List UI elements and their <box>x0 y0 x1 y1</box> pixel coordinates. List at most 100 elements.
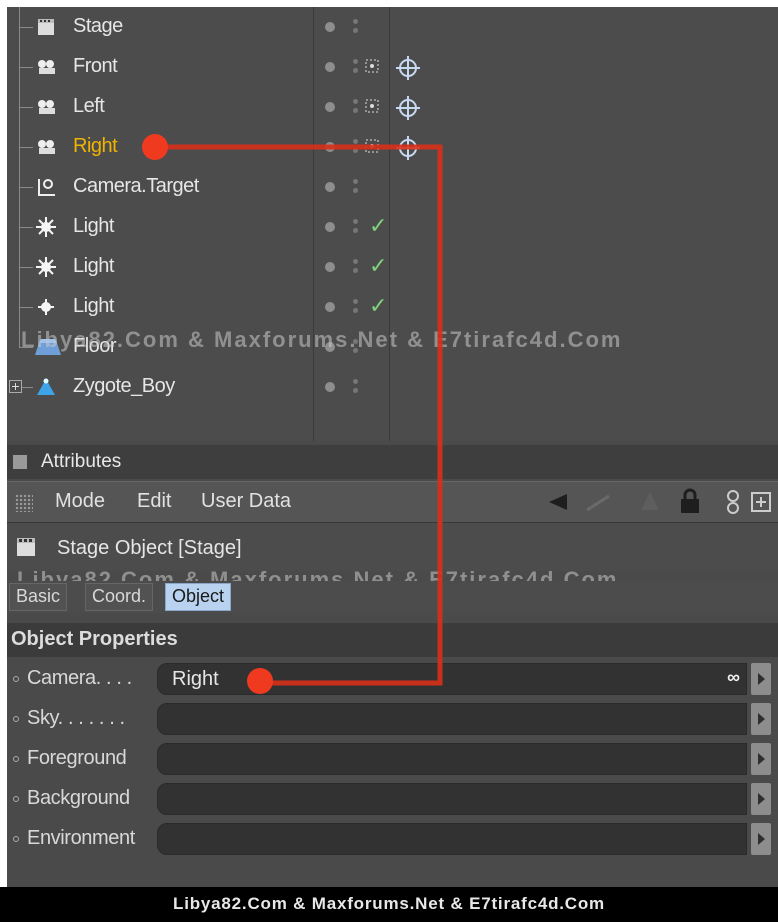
animate-bullet[interactable] <box>13 836 19 842</box>
floor-icon <box>35 339 61 355</box>
tree-branch <box>19 267 33 268</box>
target-tag-icon[interactable] <box>365 99 379 113</box>
enabled-check-icon[interactable]: ✓ <box>369 253 387 279</box>
field-menu-arrow[interactable] <box>751 743 771 775</box>
menu-mode[interactable]: Mode <box>55 490 105 513</box>
lock-icon[interactable] <box>679 488 701 514</box>
attributes-menubar: Mode Edit User Data <box>7 481 778 523</box>
sky-link-field[interactable] <box>157 703 747 735</box>
camera-icon <box>38 100 55 114</box>
visibility-dot[interactable] <box>325 382 335 392</box>
visibility-dot[interactable] <box>325 182 335 192</box>
back-arrow-icon[interactable] <box>547 492 569 512</box>
camera-link-field[interactable]: Right ∞ <box>157 663 747 695</box>
field-menu-arrow[interactable] <box>751 783 771 815</box>
light-icon <box>36 217 56 237</box>
visibility-dot[interactable] <box>325 102 335 112</box>
render-dots[interactable] <box>353 137 359 157</box>
object-row-right[interactable]: Right <box>7 127 778 167</box>
section-title: Object Properties <box>11 628 178 650</box>
render-dots[interactable] <box>353 297 359 317</box>
visibility-dot[interactable] <box>325 142 335 152</box>
attributes-title-bar: Attributes <box>7 445 778 479</box>
object-name: Floor <box>73 335 117 357</box>
property-foreground: Foreground <box>7 741 778 777</box>
tree-branch <box>19 107 33 108</box>
object-row-zygote-boy[interactable]: Zygote_Boy <box>7 367 778 407</box>
render-dots[interactable] <box>353 217 359 237</box>
object-row-light[interactable]: Light ✓ <box>7 247 778 287</box>
field-value: Right <box>172 668 219 690</box>
visibility-dot[interactable] <box>325 22 335 32</box>
property-environment: Environment <box>7 821 778 857</box>
visibility-dot[interactable] <box>325 222 335 232</box>
visibility-dot[interactable] <box>325 302 335 312</box>
tab-coord[interactable]: Coord. <box>85 583 154 611</box>
object-row-light[interactable]: Light ✓ <box>7 207 778 247</box>
crosshair-tag-icon[interactable] <box>395 135 421 161</box>
visibility-dot[interactable] <box>325 262 335 272</box>
render-dots[interactable] <box>353 97 359 117</box>
tree-branch <box>19 347 33 348</box>
object-row-front[interactable]: Front <box>7 47 778 87</box>
animate-bullet[interactable] <box>13 796 19 802</box>
object-name: Light <box>73 255 114 277</box>
environment-link-field[interactable] <box>157 823 747 855</box>
field-menu-arrow[interactable] <box>751 823 771 855</box>
object-name: Zygote_Boy <box>73 375 175 397</box>
target-tag-icon[interactable] <box>365 59 379 73</box>
crosshair-tag-icon[interactable] <box>395 55 421 81</box>
menu-user-data[interactable]: User Data <box>201 490 291 513</box>
animate-bullet[interactable] <box>13 716 19 722</box>
target-tag-icon[interactable] <box>365 139 379 153</box>
camera-icon <box>38 140 55 154</box>
link-icon[interactable] <box>725 488 741 516</box>
object-row-light[interactable]: Light ✓ <box>7 287 778 327</box>
tab-basic[interactable]: Basic <box>9 583 68 611</box>
object-row-camera-target[interactable]: Camera.Target <box>7 167 778 207</box>
field-menu-arrow[interactable] <box>751 663 771 695</box>
visibility-dot[interactable] <box>325 342 335 352</box>
up-arrow-icon[interactable] <box>639 490 661 512</box>
animate-bullet[interactable] <box>13 756 19 762</box>
tree-branch <box>19 147 33 148</box>
new-panel-icon[interactable] <box>751 492 771 512</box>
render-dots[interactable] <box>353 337 359 357</box>
tree-branch <box>19 187 33 188</box>
attribute-tabs: Basic Coord. Object <box>7 581 778 613</box>
panel-square-icon <box>13 455 27 469</box>
object-title: Stage Object [Stage] <box>57 537 242 559</box>
expand-plus-icon[interactable] <box>9 380 22 393</box>
tree-branch <box>19 307 33 308</box>
figure-icon <box>37 378 55 395</box>
object-row-floor[interactable]: Floor <box>7 327 778 367</box>
enabled-check-icon[interactable]: ✓ <box>369 213 387 239</box>
field-menu-arrow[interactable] <box>751 703 771 735</box>
object-name: Front <box>73 55 118 77</box>
grip-icon[interactable] <box>15 494 33 512</box>
render-dots[interactable] <box>353 377 359 397</box>
tab-object[interactable]: Object <box>165 583 232 611</box>
render-dots[interactable] <box>353 257 359 277</box>
object-manager: Stage Front Left Right Camera.Target Lig… <box>7 7 778 441</box>
foreground-link-field[interactable] <box>157 743 747 775</box>
object-row-stage[interactable]: Stage <box>7 7 778 47</box>
animate-bullet[interactable] <box>13 676 19 682</box>
object-row-left[interactable]: Left <box>7 87 778 127</box>
property-label: Environment <box>27 827 135 849</box>
property-label: Foreground <box>27 747 127 769</box>
object-name: Right <box>73 135 118 157</box>
object-name: Light <box>73 295 114 317</box>
tree-branch <box>19 227 33 228</box>
forward-arrow-icon[interactable] <box>585 492 615 512</box>
menu-edit[interactable]: Edit <box>137 490 171 513</box>
property-camera: Camera. . . . Right ∞ <box>7 661 778 697</box>
visibility-dot[interactable] <box>325 62 335 72</box>
render-dots[interactable] <box>353 17 359 37</box>
enabled-check-icon[interactable]: ✓ <box>369 293 387 319</box>
crosshair-tag-icon[interactable] <box>395 95 421 121</box>
render-dots[interactable] <box>353 177 359 197</box>
null-target-icon <box>38 179 55 196</box>
render-dots[interactable] <box>353 57 359 77</box>
background-link-field[interactable] <box>157 783 747 815</box>
